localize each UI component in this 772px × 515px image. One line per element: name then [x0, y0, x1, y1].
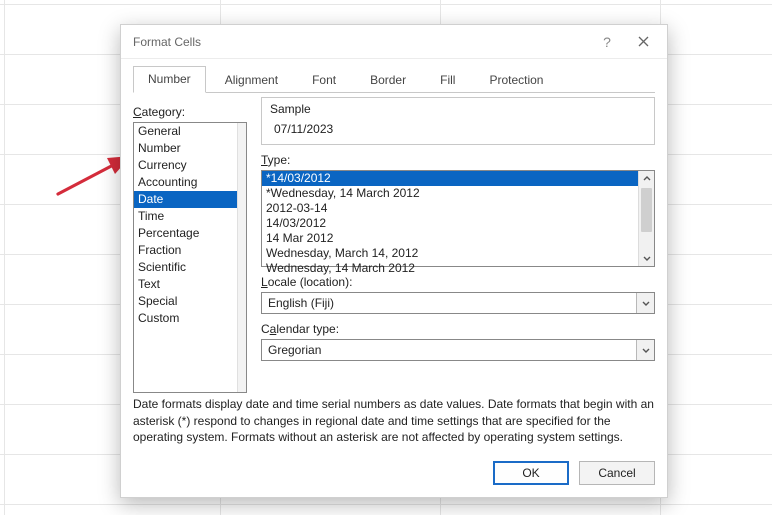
type-item[interactable]: Wednesday, 14 March 2012	[262, 261, 638, 276]
close-icon	[638, 36, 649, 47]
category-item-accounting[interactable]: Accounting	[134, 174, 237, 191]
calendar-drop-button[interactable]	[636, 340, 654, 360]
button-label: OK	[522, 466, 539, 480]
tab-alignment[interactable]: Alignment	[210, 67, 293, 93]
category-item-time[interactable]: Time	[134, 208, 237, 225]
category-item-currency[interactable]: Currency	[134, 157, 237, 174]
date-options-panel: Sample 07/11/2023 Type: *14/03/2012 *Wed…	[261, 97, 655, 363]
scroll-up-button[interactable]	[639, 171, 655, 187]
category-item-number[interactable]: Number	[134, 140, 237, 157]
type-item[interactable]: Wednesday, March 14, 2012	[262, 246, 638, 261]
category-item-custom[interactable]: Custom	[134, 310, 237, 327]
tab-border[interactable]: Border	[355, 67, 421, 93]
type-items: *14/03/2012 *Wednesday, 14 March 2012 20…	[262, 171, 638, 276]
locale-label: Locale (location):	[261, 275, 655, 289]
dialog-buttons: OK Cancel	[493, 461, 655, 485]
type-label: Type:	[261, 153, 655, 167]
tab-label: Fill	[440, 73, 455, 87]
type-item[interactable]: *14/03/2012	[262, 171, 638, 186]
tab-number[interactable]: Number	[133, 66, 206, 93]
tab-fill[interactable]: Fill	[425, 67, 470, 93]
locale-value: English (Fiji)	[262, 293, 636, 313]
tab-label: Alignment	[225, 73, 278, 87]
type-scrollbar[interactable]	[638, 171, 654, 266]
category-label: Category:	[133, 105, 247, 119]
chevron-down-icon	[642, 299, 650, 307]
type-item[interactable]: *Wednesday, 14 March 2012	[262, 186, 638, 201]
cancel-button[interactable]: Cancel	[579, 461, 655, 485]
category-item-date[interactable]: Date	[134, 191, 237, 208]
type-item[interactable]: 14 Mar 2012	[262, 231, 638, 246]
locale-combobox[interactable]: English (Fiji)	[261, 292, 655, 314]
calendar-label: Calendar type:	[261, 322, 655, 336]
category-items: General Number Currency Accounting Date …	[134, 123, 237, 327]
help-button[interactable]: ?	[589, 25, 625, 58]
ok-button[interactable]: OK	[493, 461, 569, 485]
button-label: Cancel	[598, 466, 635, 480]
tab-font[interactable]: Font	[297, 67, 351, 93]
format-description: Date formats display date and time seria…	[133, 396, 655, 445]
category-item-general[interactable]: General	[134, 123, 237, 140]
type-listbox[interactable]: *14/03/2012 *Wednesday, 14 March 2012 20…	[261, 170, 655, 267]
sample-label: Sample	[268, 100, 648, 122]
scroll-down-button[interactable]	[639, 250, 655, 266]
tab-label: Font	[312, 73, 336, 87]
chevron-up-icon	[643, 175, 651, 183]
calendar-combobox[interactable]: Gregorian	[261, 339, 655, 361]
locale-drop-button[interactable]	[636, 293, 654, 313]
sample-box: Sample 07/11/2023	[261, 97, 655, 145]
category-panel: Category: General Number Currency Accoun…	[133, 97, 247, 393]
tab-label: Border	[370, 73, 406, 87]
category-scrollbar[interactable]	[237, 123, 246, 392]
type-item[interactable]: 2012-03-14	[262, 201, 638, 216]
help-icon: ?	[603, 34, 611, 50]
close-button[interactable]	[625, 25, 661, 58]
category-item-scientific[interactable]: Scientific	[134, 259, 237, 276]
calendar-value: Gregorian	[262, 340, 636, 360]
scroll-thumb[interactable]	[641, 188, 652, 232]
category-listbox[interactable]: General Number Currency Accounting Date …	[133, 122, 247, 393]
category-item-percentage[interactable]: Percentage	[134, 225, 237, 242]
chevron-down-icon	[643, 254, 651, 262]
sample-value: 07/11/2023	[268, 122, 648, 136]
category-item-text[interactable]: Text	[134, 276, 237, 293]
tab-strip: Number Alignment Font Border Fill Protec…	[121, 59, 667, 92]
titlebar: Format Cells ?	[121, 25, 667, 59]
tab-protection[interactable]: Protection	[474, 67, 558, 93]
tab-label: Number	[148, 72, 191, 86]
chevron-down-icon	[642, 346, 650, 354]
dialog-title: Format Cells	[133, 35, 589, 49]
type-item[interactable]: 14/03/2012	[262, 216, 638, 231]
format-cells-dialog: Format Cells ? Number Alignment Font Bor…	[120, 24, 668, 498]
category-item-special[interactable]: Special	[134, 293, 237, 310]
category-item-fraction[interactable]: Fraction	[134, 242, 237, 259]
tab-label: Protection	[489, 73, 543, 87]
